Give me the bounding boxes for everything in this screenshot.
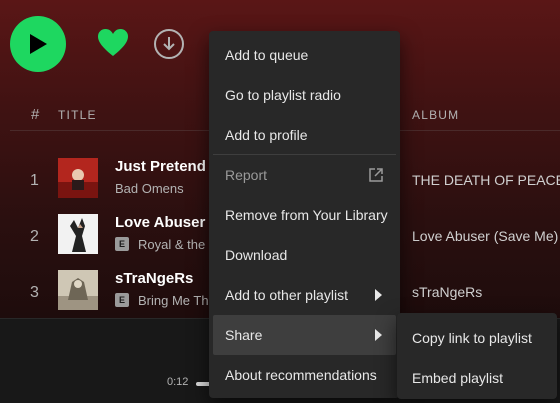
chevron-right-icon <box>375 329 382 341</box>
track-title[interactable]: sTraNgeRs <box>115 270 193 287</box>
album-art <box>58 158 98 198</box>
column-header-title[interactable]: TITLE <box>58 108 97 122</box>
album-art <box>58 214 98 254</box>
explicit-badge: E <box>115 237 129 251</box>
column-header-album[interactable]: ALBUM <box>412 108 459 122</box>
explicit-badge: E <box>115 293 129 307</box>
track-number: 2 <box>30 228 39 245</box>
album-art <box>58 270 98 310</box>
menu-item-about-recommendations[interactable]: About recommendations <box>213 355 396 395</box>
menu-item-label: Download <box>225 247 288 263</box>
menu-item-label: Add to queue <box>225 47 309 63</box>
menu-item-embed-playlist[interactable]: Embed playlist <box>401 358 553 398</box>
heart-icon[interactable] <box>97 28 129 58</box>
menu-item-remove-from-library[interactable]: Remove from Your Library <box>213 195 396 235</box>
menu-item-add-to-profile[interactable]: Add to profile <box>213 115 396 155</box>
menu-item-label: Add to profile <box>225 127 308 143</box>
track-album[interactable]: sTraNgeRs <box>412 284 482 300</box>
menu-item-label: Add to other playlist <box>225 287 348 303</box>
track-title[interactable]: Love Abuser <box>115 214 205 231</box>
menu-item-add-to-other-playlist[interactable]: Add to other playlist <box>213 275 396 315</box>
menu-item-report[interactable]: Report <box>213 155 396 195</box>
menu-item-label: About recommendations <box>225 367 377 383</box>
play-icon <box>30 34 47 54</box>
track-number: 1 <box>30 172 39 189</box>
external-link-icon <box>369 168 383 182</box>
download-icon[interactable] <box>154 29 184 59</box>
menu-item-label: Report <box>225 167 268 183</box>
menu-item-copy-link[interactable]: Copy link to playlist <box>401 318 553 358</box>
track-album[interactable]: Love Abuser (Save Me) <box>412 228 558 244</box>
chevron-right-icon <box>375 289 382 301</box>
menu-item-label: Share <box>225 327 263 343</box>
play-button[interactable] <box>10 16 66 72</box>
track-artist[interactable]: Royal & the <box>138 237 205 252</box>
menu-item-playlist-radio[interactable]: Go to playlist radio <box>213 75 396 115</box>
menu-item-label: Remove from Your Library <box>225 207 388 223</box>
menu-item-label: Go to playlist radio <box>225 87 341 103</box>
column-header-number: # <box>31 106 40 123</box>
menu-item-label: Copy link to playlist <box>412 330 532 346</box>
menu-item-share[interactable]: Share <box>213 315 396 355</box>
track-artist[interactable]: Bad Omens <box>115 181 184 196</box>
share-submenu: Copy link to playlist Embed playlist <box>397 313 557 399</box>
elapsed-time: 0:12 <box>167 376 189 388</box>
menu-item-label: Embed playlist <box>412 370 504 386</box>
context-menu: Add to queue Go to playlist radio Add to… <box>209 31 400 398</box>
track-artist[interactable]: Bring Me Th <box>138 293 209 308</box>
track-title[interactable]: Just Pretend <box>115 158 206 175</box>
menu-item-add-to-queue[interactable]: Add to queue <box>213 35 396 75</box>
menu-item-download[interactable]: Download <box>213 235 396 275</box>
track-album[interactable]: THE DEATH OF PEACE <box>412 172 560 188</box>
track-number: 3 <box>30 284 39 301</box>
